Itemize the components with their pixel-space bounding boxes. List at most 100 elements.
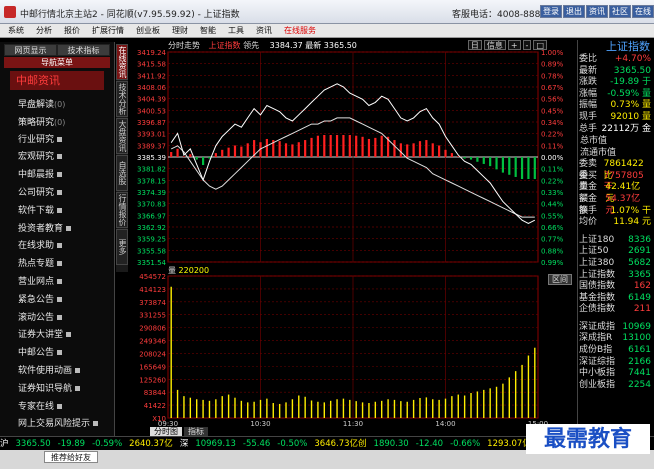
trade-row[interactable]: 均价 11.94 元 xyxy=(578,217,654,229)
index-row[interactable]: 深证成指 10969 xyxy=(578,322,654,334)
menu-online-service[interactable]: 在线服务 xyxy=(284,24,316,37)
price-tick-label: 3385.39 xyxy=(137,154,166,162)
news-item-label: 行业研究 xyxy=(18,134,55,145)
news-item[interactable]: 软件使用动画 xyxy=(0,363,114,381)
news-header: 中邮资讯 xyxy=(10,71,104,90)
vtab-watchlist[interactable]: 自选股 xyxy=(116,155,128,191)
menu-extended[interactable]: 扩展行情 xyxy=(92,24,124,37)
price-tick-label: 3362.92 xyxy=(137,224,166,232)
price-tick-label: 3389.37 xyxy=(137,142,166,150)
index-row[interactable]: 上证50 2691 xyxy=(578,246,654,258)
vtab-market-news[interactable]: 大盘资讯 xyxy=(116,118,128,154)
news-item[interactable]: 行业研究 xyxy=(0,132,114,150)
day-button[interactable]: 日 xyxy=(467,40,482,50)
news-item[interactable]: 公司研究 xyxy=(0,185,114,203)
news-item[interactable]: 在线求助 xyxy=(0,238,114,256)
news-button[interactable]: 资讯 xyxy=(586,5,608,18)
quote-row-value: -0.59% 量 xyxy=(607,88,651,99)
quote-row[interactable]: 涨跌 -19.89 于 xyxy=(578,77,654,89)
range-button[interactable]: 区间 xyxy=(548,274,572,285)
index-row[interactable]: 中小板指 7441 xyxy=(578,368,654,380)
menu-gem[interactable]: 创业板 xyxy=(136,24,160,37)
vtab-quotes[interactable]: 行情报价 xyxy=(116,192,128,228)
news-item[interactable]: 早盘解读(0) xyxy=(0,96,114,114)
news-item[interactable]: 证券大讲堂 xyxy=(0,327,114,345)
index-row-label: 企债指数 xyxy=(579,304,616,315)
news-item[interactable]: 中邮晨报 xyxy=(0,167,114,185)
news-item[interactable]: 中邮公告 xyxy=(0,345,114,363)
news-item[interactable]: 营业网点 xyxy=(0,274,114,292)
news-item[interactable]: 证券知识导航 xyxy=(0,381,114,399)
menu-finance[interactable]: 理财 xyxy=(172,24,188,37)
login-button[interactable]: 登录 xyxy=(540,5,562,18)
quote-row[interactable]: 总手 22112万 金 xyxy=(578,124,654,136)
zoom-out-button[interactable]: - xyxy=(522,40,532,50)
trade-row[interactable]: 卖金额 42.41亿 元 xyxy=(578,182,654,204)
news-item[interactable]: 热点专题 xyxy=(0,256,114,274)
vtab-more[interactable]: 更多 xyxy=(116,229,128,265)
maximize-button[interactable]: □ xyxy=(533,40,547,50)
index-row[interactable]: 国债指数 162 xyxy=(578,281,654,293)
menu-analysis[interactable]: 分析 xyxy=(36,24,52,37)
tab-tech-indicator[interactable]: 技术指标 xyxy=(57,44,110,56)
trade-row-value: 11.94 元 xyxy=(613,217,651,228)
volume-tick-label: 331255 xyxy=(139,312,166,320)
quote-row[interactable]: 最新 3365.50 xyxy=(578,66,654,78)
community-button[interactable]: 社区 xyxy=(609,5,631,18)
index-row-label: 成份B指 xyxy=(579,345,613,356)
chart-canvas[interactable]: 3419.24 1.00% 3415.58 0.89% 3411.92 0.78% 3408… xyxy=(128,40,577,436)
trade-row-label: 买金额 xyxy=(579,193,598,216)
menu-smart[interactable]: 智能 xyxy=(200,24,216,37)
recommend-tab[interactable]: 推荐给好友 xyxy=(44,451,98,463)
volume-value: 220200 xyxy=(178,266,210,275)
vtab-tech-analysis[interactable]: 技术分析 xyxy=(116,81,128,117)
tab-nav-menu[interactable]: 导航菜单 xyxy=(4,57,110,68)
index-row-label: 上证380 xyxy=(579,257,615,268)
news-item[interactable]: 专家在线 xyxy=(0,399,114,417)
logout-button[interactable]: 退出 xyxy=(563,5,585,18)
quote-row[interactable]: 涨幅 -0.59% 量 xyxy=(578,89,654,101)
menu-quotes[interactable]: 报价 xyxy=(64,24,80,37)
index-row-label: 中小板指 xyxy=(579,368,616,379)
index-row[interactable]: 深成指R 13100 xyxy=(578,333,654,345)
index-row[interactable]: 成份B指 6161 xyxy=(578,345,654,357)
vtab-online-news[interactable]: 在线资讯 xyxy=(116,44,128,80)
pct-tick-label: 0.89% xyxy=(541,61,564,69)
trade-row[interactable]: 委卖量 7861422 比 xyxy=(578,159,654,181)
index-row[interactable]: 上证380 5682 xyxy=(578,258,654,270)
menu-news[interactable]: 资讯 xyxy=(256,24,272,37)
index-row[interactable]: 基金指数 6149 xyxy=(578,293,654,305)
news-item[interactable]: 投资者教育 xyxy=(0,221,114,239)
news-item[interactable]: 紧急公告 xyxy=(0,292,114,310)
index-row[interactable]: 深证综指 2166 xyxy=(578,357,654,369)
quote-row[interactable]: 委比 +4.70% xyxy=(578,54,654,66)
trade-row[interactable]: 委买量 7757805 干 xyxy=(578,171,654,193)
price-tick-label: 3359.25 xyxy=(137,236,166,244)
index-row[interactable]: 上证指数 3365 xyxy=(578,270,654,282)
menu-system[interactable]: 系统 xyxy=(8,24,24,37)
price-tick-label: 3419.24 xyxy=(137,49,166,57)
news-item[interactable]: 软件下载 xyxy=(0,203,114,221)
watermark-logo: 最需教育 xyxy=(526,424,650,454)
intraday-chart[interactable]: 3419.24 1.00% 3415.58 0.89% 3411.92 0.78% 3408… xyxy=(128,40,577,436)
online-button[interactable]: 在线 xyxy=(632,5,654,18)
tab-web-display[interactable]: 网页显示 xyxy=(4,44,57,56)
zoom-in-button[interactable]: + xyxy=(507,40,521,50)
trade-row[interactable]: 买金额 54.37亿 元 xyxy=(578,193,654,216)
news-item[interactable]: 策略研究(0) xyxy=(0,114,114,132)
index-row[interactable]: 企债指数 211 xyxy=(578,304,654,316)
news-item-count: (0) xyxy=(54,100,66,109)
ticker-item: 沪 xyxy=(0,439,9,449)
menu-tools[interactable]: 工具 xyxy=(228,24,244,37)
trade-row[interactable]: 换手 1.07% 干 xyxy=(578,206,654,218)
news-item[interactable]: 宏观研究 xyxy=(0,149,114,167)
quote-row[interactable]: 现手 92010 量 xyxy=(578,112,654,124)
quote-row[interactable]: 振幅 0.73% 量 xyxy=(578,100,654,112)
ticker-item: -0.66% xyxy=(450,439,481,449)
info-button[interactable]: 信息 xyxy=(483,40,506,50)
index-row[interactable]: 创业板指 2254 xyxy=(578,380,654,392)
index-row[interactable]: 上证180 8336 xyxy=(578,235,654,247)
news-item[interactable]: 滚动公告 xyxy=(0,310,114,328)
volume-tick-label: X10 xyxy=(152,415,166,423)
news-item[interactable]: 网上交易风险提示 xyxy=(0,416,114,434)
